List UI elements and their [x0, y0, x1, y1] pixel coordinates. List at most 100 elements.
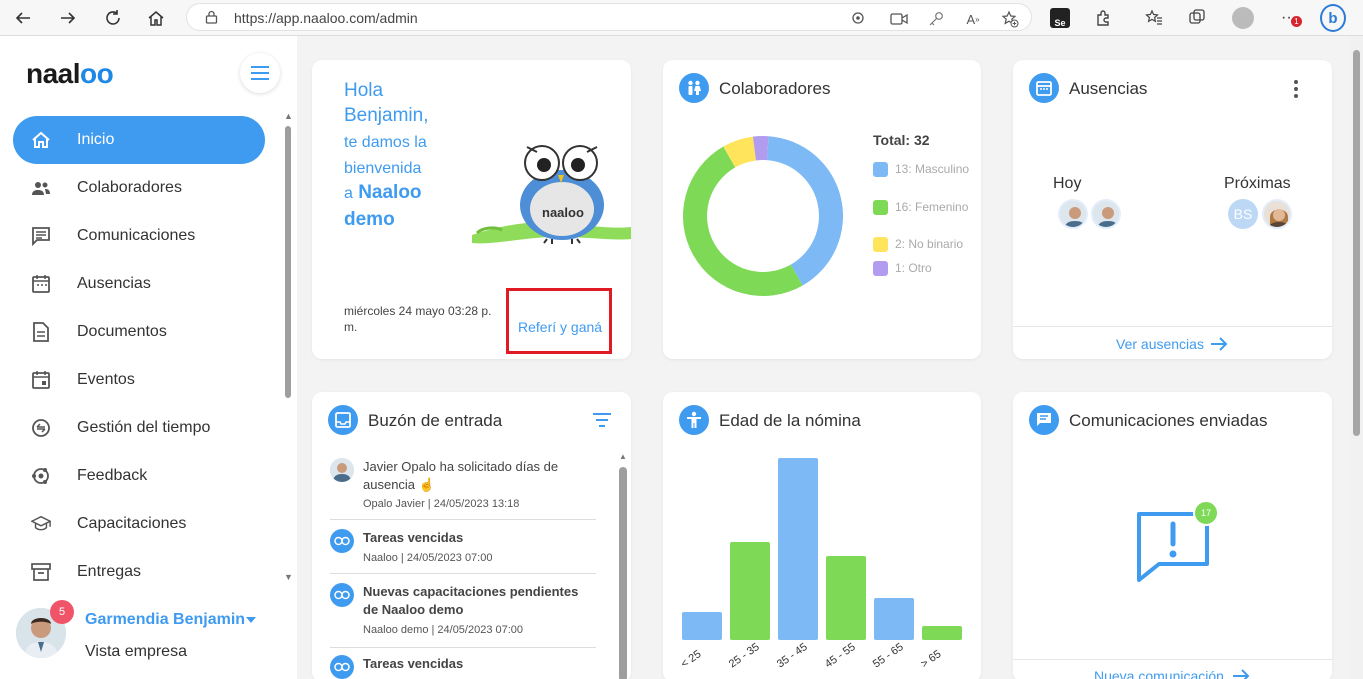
scroll-up-icon[interactable]: ▲ [619, 452, 627, 461]
divider [330, 519, 596, 520]
card-title: Comunicaciones enviadas [1069, 411, 1268, 430]
lock-icon [205, 10, 218, 29]
x-tick-label: > 65 [919, 648, 944, 670]
age-bar[interactable] [682, 612, 722, 640]
gender-donut-chart [683, 136, 843, 296]
age-bar[interactable] [874, 598, 914, 640]
address-bar[interactable]: https://app.naaloo.com/admin A» [186, 3, 1032, 31]
sidebar-item-label: Colaboradores [77, 179, 182, 196]
sidebar-item-comunicaciones[interactable]: Comunicaciones [13, 212, 283, 260]
view-absences-link[interactable]: Ver ausencias [1116, 336, 1228, 352]
card-title: Buzón de entrada [368, 411, 503, 430]
favorites-icon[interactable] [1141, 5, 1167, 31]
collections-icon[interactable] [1184, 5, 1210, 31]
inbox-icon [328, 405, 358, 435]
forward-icon[interactable] [55, 5, 81, 31]
add-favorite-icon[interactable] [1001, 10, 1019, 28]
sidebar-item-eventos[interactable]: Eventos [13, 356, 283, 404]
inbox-scrollbar[interactable] [619, 467, 627, 679]
location-icon[interactable] [849, 10, 867, 28]
key-icon[interactable] [927, 10, 945, 28]
sidebar-item-label: Comunicaciones [77, 227, 196, 244]
read-aloud-icon[interactable]: A» [964, 10, 982, 28]
sidebar-item-capacitaciones[interactable]: Capacitaciones [13, 500, 283, 548]
naaloo-owl-icon [330, 529, 354, 553]
arrow-right-icon [1211, 337, 1228, 351]
age-bar[interactable] [922, 626, 962, 640]
extension-se-icon[interactable]: Se [1047, 5, 1073, 31]
sidebar-item-documentos[interactable]: Documentos [13, 308, 283, 356]
age-bar[interactable] [730, 542, 770, 640]
sidebar-item-label: Documentos [77, 323, 167, 340]
bing-icon[interactable]: b [1320, 4, 1346, 32]
page-scrollbar[interactable] [1353, 50, 1360, 436]
home-browser-icon[interactable] [143, 5, 169, 31]
avatar[interactable] [1058, 199, 1088, 229]
url-text: https://app.naaloo.com/admin [234, 10, 418, 26]
age-bar-chart: < 25 25 - 35 35 - 45 45 - 55 55 - 65 > 65 [679, 458, 962, 670]
owl-mascot: naaloo [472, 135, 631, 245]
people-icon [31, 178, 51, 198]
sidebar-item-ausencias[interactable]: Ausencias [13, 260, 283, 308]
scroll-down-icon[interactable]: ▼ [284, 572, 293, 582]
school-icon [31, 514, 51, 534]
user-name[interactable]: Garmendia Benjamin [85, 611, 245, 629]
donut-slice-femenino[interactable] [683, 146, 803, 296]
message-title: Javier Opalo ha solicitado días de ausen… [363, 459, 559, 492]
sidebar-item-label: Inicio [77, 131, 115, 148]
user-profile[interactable]: 5 Garmendia Benjamin Vista empresa [16, 600, 286, 668]
sidebar-scrollbar[interactable] [285, 126, 291, 398]
age-bar[interactable] [778, 458, 818, 640]
message-title: Tareas vencidas [363, 656, 464, 671]
message-title: Nuevas capacitaciones pendientes de Naal… [363, 584, 579, 617]
donut-slice-masculino[interactable] [766, 136, 843, 286]
x-tick-label: 35 - 45 [775, 641, 810, 670]
message-meta: Naaloo demo | 24/05/2023 07:00 [363, 624, 524, 636]
menu-toggle-button[interactable] [240, 53, 280, 93]
card-title: Colaboradores [719, 79, 831, 98]
current-date: miércoles 24 mayo 03:28 p. m. [344, 304, 492, 334]
notification-badge: 1 [1291, 16, 1302, 27]
avatar[interactable] [1091, 199, 1121, 229]
naaloo-logo[interactable]: naaloo [26, 58, 114, 90]
arrow-right-icon [1233, 669, 1250, 679]
sidebar-item-entregas[interactable]: Entregas [13, 548, 283, 596]
divider [330, 647, 596, 648]
sidebar-item-inicio[interactable]: Inicio [13, 116, 265, 164]
age-card: Edad de la nómina < 25 25 - 35 35 - 45 45 -… [663, 392, 981, 679]
browser-toolbar: https://app.naaloo.com/admin A» Se ··· 1… [0, 0, 1363, 36]
sidebar-item-label: Capacitaciones [77, 515, 187, 532]
sidebar-item-feedback[interactable]: Feedback [13, 452, 283, 500]
feedback-icon [31, 466, 51, 486]
person-icon [679, 405, 709, 435]
refresh-icon[interactable] [100, 5, 126, 31]
refer-link[interactable]: Referí y ganá [518, 319, 602, 335]
message-icon [31, 226, 51, 246]
naaloo-owl-icon [330, 583, 354, 607]
welcome-greeting: Hola Benjamin, [344, 80, 429, 126]
sidebar-item-label: Gestión del tiempo [77, 419, 211, 436]
x-tick-label: 25 - 35 [727, 641, 762, 670]
notification-badge: 5 [50, 600, 74, 624]
x-tick-label: 55 - 65 [871, 641, 906, 670]
colaboradores-card: Colaboradores Total: 32 13: Masculino 16… [663, 60, 981, 359]
chevron-down-icon[interactable] [246, 617, 256, 623]
scroll-up-icon[interactable]: ▲ [284, 111, 293, 121]
camera-icon[interactable] [890, 10, 908, 28]
sidebar-item-colaboradores[interactable]: Colaboradores [13, 164, 283, 212]
back-icon[interactable] [10, 5, 36, 31]
more-options-icon[interactable] [1291, 80, 1301, 98]
extensions-icon[interactable] [1091, 5, 1117, 31]
avatar-initials[interactable]: BS [1228, 199, 1258, 229]
filter-icon[interactable] [592, 412, 612, 433]
sidebar-item-gestion-tiempo[interactable]: Gestión del tiempo [13, 404, 283, 452]
message-meta: Naaloo | 24/05/2023 07:00 [363, 552, 493, 564]
message-title: Tareas vencidas [363, 530, 464, 545]
new-communication-link[interactable]: Nueva comunicación [1094, 668, 1250, 679]
profile-icon[interactable] [1230, 5, 1256, 31]
divider [1013, 326, 1332, 327]
avatar[interactable] [1262, 199, 1292, 229]
age-bar[interactable] [826, 556, 866, 640]
total-count: Total: 32 [873, 132, 930, 148]
inbox-card: Buzón de entrada Javier Opalo ha solicit… [312, 392, 631, 679]
